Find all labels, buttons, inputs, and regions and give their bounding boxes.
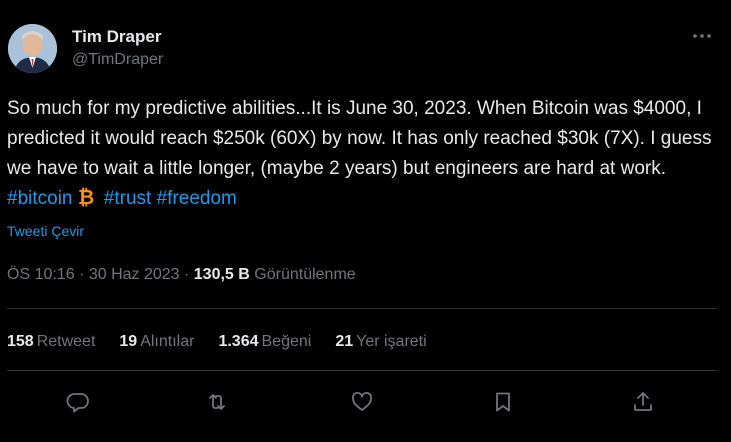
author-block: Tim Draper @TimDraper xyxy=(72,26,163,71)
translate-tweet-link[interactable]: Tweeti Çevir xyxy=(7,221,84,241)
stat-retweets[interactable]: 158 Retweet xyxy=(7,331,95,353)
reply-icon xyxy=(66,393,89,413)
retweet-icon xyxy=(209,394,225,410)
share-button[interactable] xyxy=(627,386,659,418)
avatar-image xyxy=(8,24,57,73)
share-icon xyxy=(634,392,652,411)
tweet-detail: Tim Draper @TimDraper So much for my pre… xyxy=(0,0,731,442)
author-name[interactable]: Tim Draper xyxy=(72,26,163,48)
meta-separator-2: · xyxy=(179,266,194,283)
views-count[interactable]: 130,5 B xyxy=(194,266,250,283)
tweet-text: So much for my predictive abilities...It… xyxy=(7,94,725,214)
reply-button[interactable] xyxy=(62,386,94,418)
bookmark-label: Yer işareti xyxy=(356,333,427,350)
hashtag-freedom[interactable]: #freedom xyxy=(157,188,237,209)
author-handle[interactable]: @TimDraper xyxy=(72,49,163,71)
hashtag-bitcoin[interactable]: #bitcoin xyxy=(7,188,73,209)
stat-bookmarks[interactable]: 21 Yer işareti xyxy=(335,331,426,353)
retweet-button[interactable] xyxy=(201,386,233,418)
stat-likes[interactable]: 1.364 Beğeni xyxy=(218,331,311,353)
heart-icon xyxy=(352,392,372,411)
tweet-time[interactable]: ÖS 10:16 xyxy=(7,266,75,283)
retweet-label: Retweet xyxy=(36,333,96,350)
more-horizontal-icon xyxy=(693,34,711,38)
svg-text:₿: ₿ xyxy=(78,187,94,207)
retweet-count: 158 xyxy=(7,333,34,350)
avatar[interactable] xyxy=(8,24,57,73)
stat-quotes[interactable]: 19 Alıntılar xyxy=(119,331,194,353)
tweet-meta: ÖS 10:16 · 30 Haz 2023 · 130,5 B Görüntü… xyxy=(7,264,356,286)
like-label: Beğeni xyxy=(261,333,312,350)
quote-count: 19 xyxy=(119,333,138,350)
more-options-button[interactable] xyxy=(688,26,716,46)
action-bar xyxy=(0,386,731,418)
views-label: Görüntülenme xyxy=(254,266,356,283)
tweet-date[interactable]: 30 Haz 2023 xyxy=(89,266,180,283)
meta-separator: · xyxy=(74,266,89,283)
like-button[interactable] xyxy=(346,386,378,418)
bookmark-icon xyxy=(496,392,510,412)
engagement-stats: 158 Retweet 19 Alıntılar 1.364 Beğeni 21 Yer… xyxy=(7,331,451,353)
bookmark-button[interactable] xyxy=(487,386,519,418)
bookmark-count: 21 xyxy=(335,333,354,350)
bitcoin-icon: ₿ xyxy=(77,187,95,207)
quote-label: Alıntılar xyxy=(140,333,195,350)
like-count: 1.364 xyxy=(218,333,259,350)
divider xyxy=(7,370,717,371)
hashtag-trust[interactable]: #trust xyxy=(104,188,152,209)
tweet-body: So much for my predictive abilities...It… xyxy=(7,98,712,179)
divider xyxy=(7,308,717,309)
